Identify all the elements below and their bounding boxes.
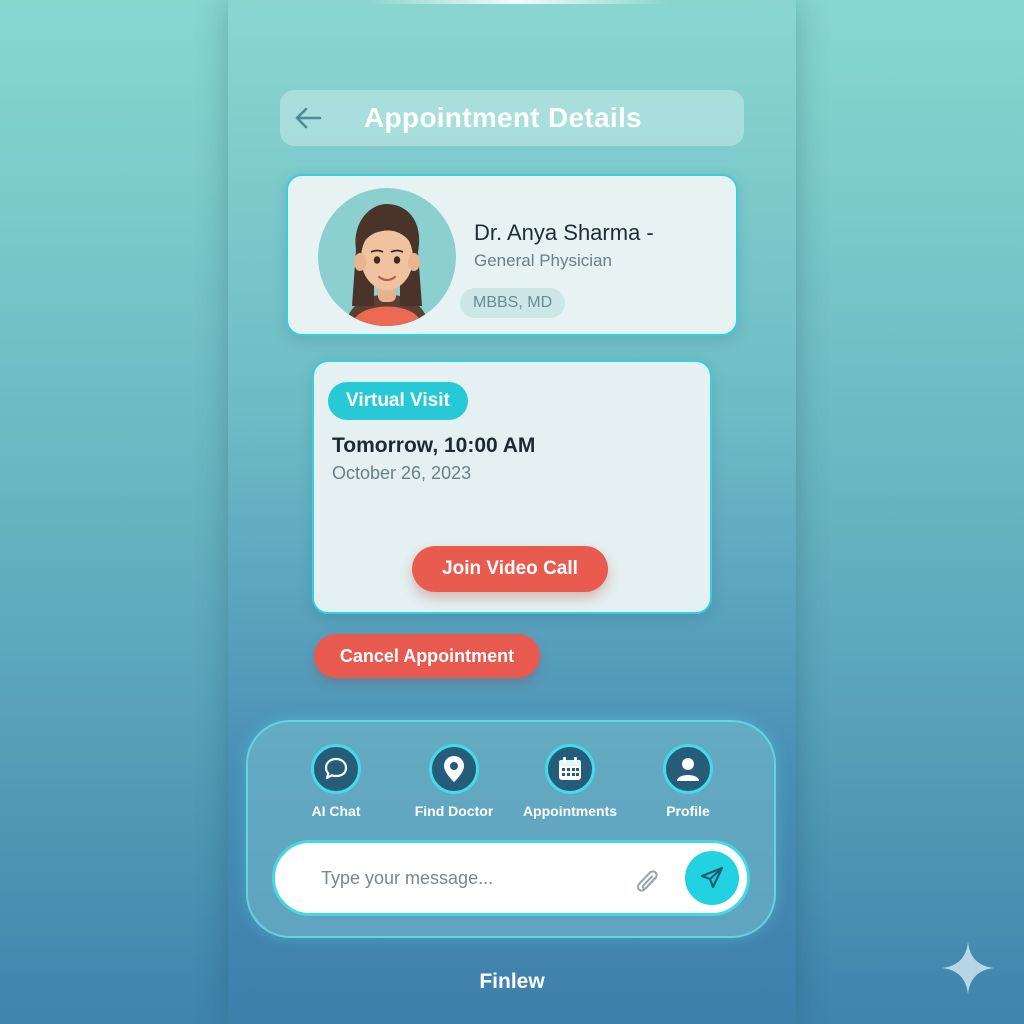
cancel-appointment-button[interactable]: Cancel Appointment xyxy=(314,634,540,678)
send-icon xyxy=(700,866,724,889)
nav-item-appointments[interactable]: Appointments xyxy=(510,744,630,819)
brand-name: Finlew xyxy=(479,970,545,993)
phone-screen: Appointment Details Dr. Anya Sharma - Ge… xyxy=(228,0,796,1024)
page-title: Appointment Details xyxy=(364,102,642,133)
nav-item-profile[interactable]: Profile xyxy=(628,744,748,819)
sparkle-icon xyxy=(942,942,994,994)
calendar-icon xyxy=(545,744,595,794)
bottom-panel: AI Chat Find Doctor Appointments Profile… xyxy=(246,720,776,938)
nav-label-find-doctor: Find Doctor xyxy=(414,803,494,819)
message-input[interactable] xyxy=(321,863,581,893)
send-button[interactable] xyxy=(685,851,739,905)
doctor-avatar xyxy=(318,188,456,326)
nav-label-ai-chat: AI Chat xyxy=(311,803,361,819)
background-left xyxy=(0,0,228,1024)
doctor-card[interactable]: Dr. Anya Sharma - General Physician MBBS… xyxy=(286,174,738,336)
visit-date: October 26, 2023 xyxy=(332,463,472,483)
nav-label-profile: Profile xyxy=(666,803,710,819)
location-pin-icon xyxy=(429,744,479,794)
header-bar: Appointment Details xyxy=(280,90,744,146)
doctor-name: Dr. Anya Sharma - xyxy=(474,220,654,245)
message-bar xyxy=(272,840,750,916)
nav-item-ai-chat[interactable]: AI Chat xyxy=(276,744,396,819)
visit-time: Tomorrow, 10:00 AM xyxy=(332,434,536,457)
visit-type-badge: Virtual Visit xyxy=(328,382,468,420)
back-arrow-icon[interactable] xyxy=(294,105,322,131)
user-icon xyxy=(663,744,713,794)
visit-card: Virtual Visit Tomorrow, 10:00 AM October… xyxy=(312,360,712,614)
doctor-specialty: General Physician xyxy=(474,251,612,270)
credentials-badge: MBBS, MD xyxy=(460,288,566,318)
background-right xyxy=(796,0,1024,1024)
paperclip-icon[interactable] xyxy=(633,865,661,895)
join-video-call-button[interactable]: Join Video Call xyxy=(412,546,608,592)
nav-item-find-doctor[interactable]: Find Doctor xyxy=(394,744,514,819)
chat-bubble-icon xyxy=(311,744,361,794)
nav-label-appointments: Appointments xyxy=(522,803,618,819)
